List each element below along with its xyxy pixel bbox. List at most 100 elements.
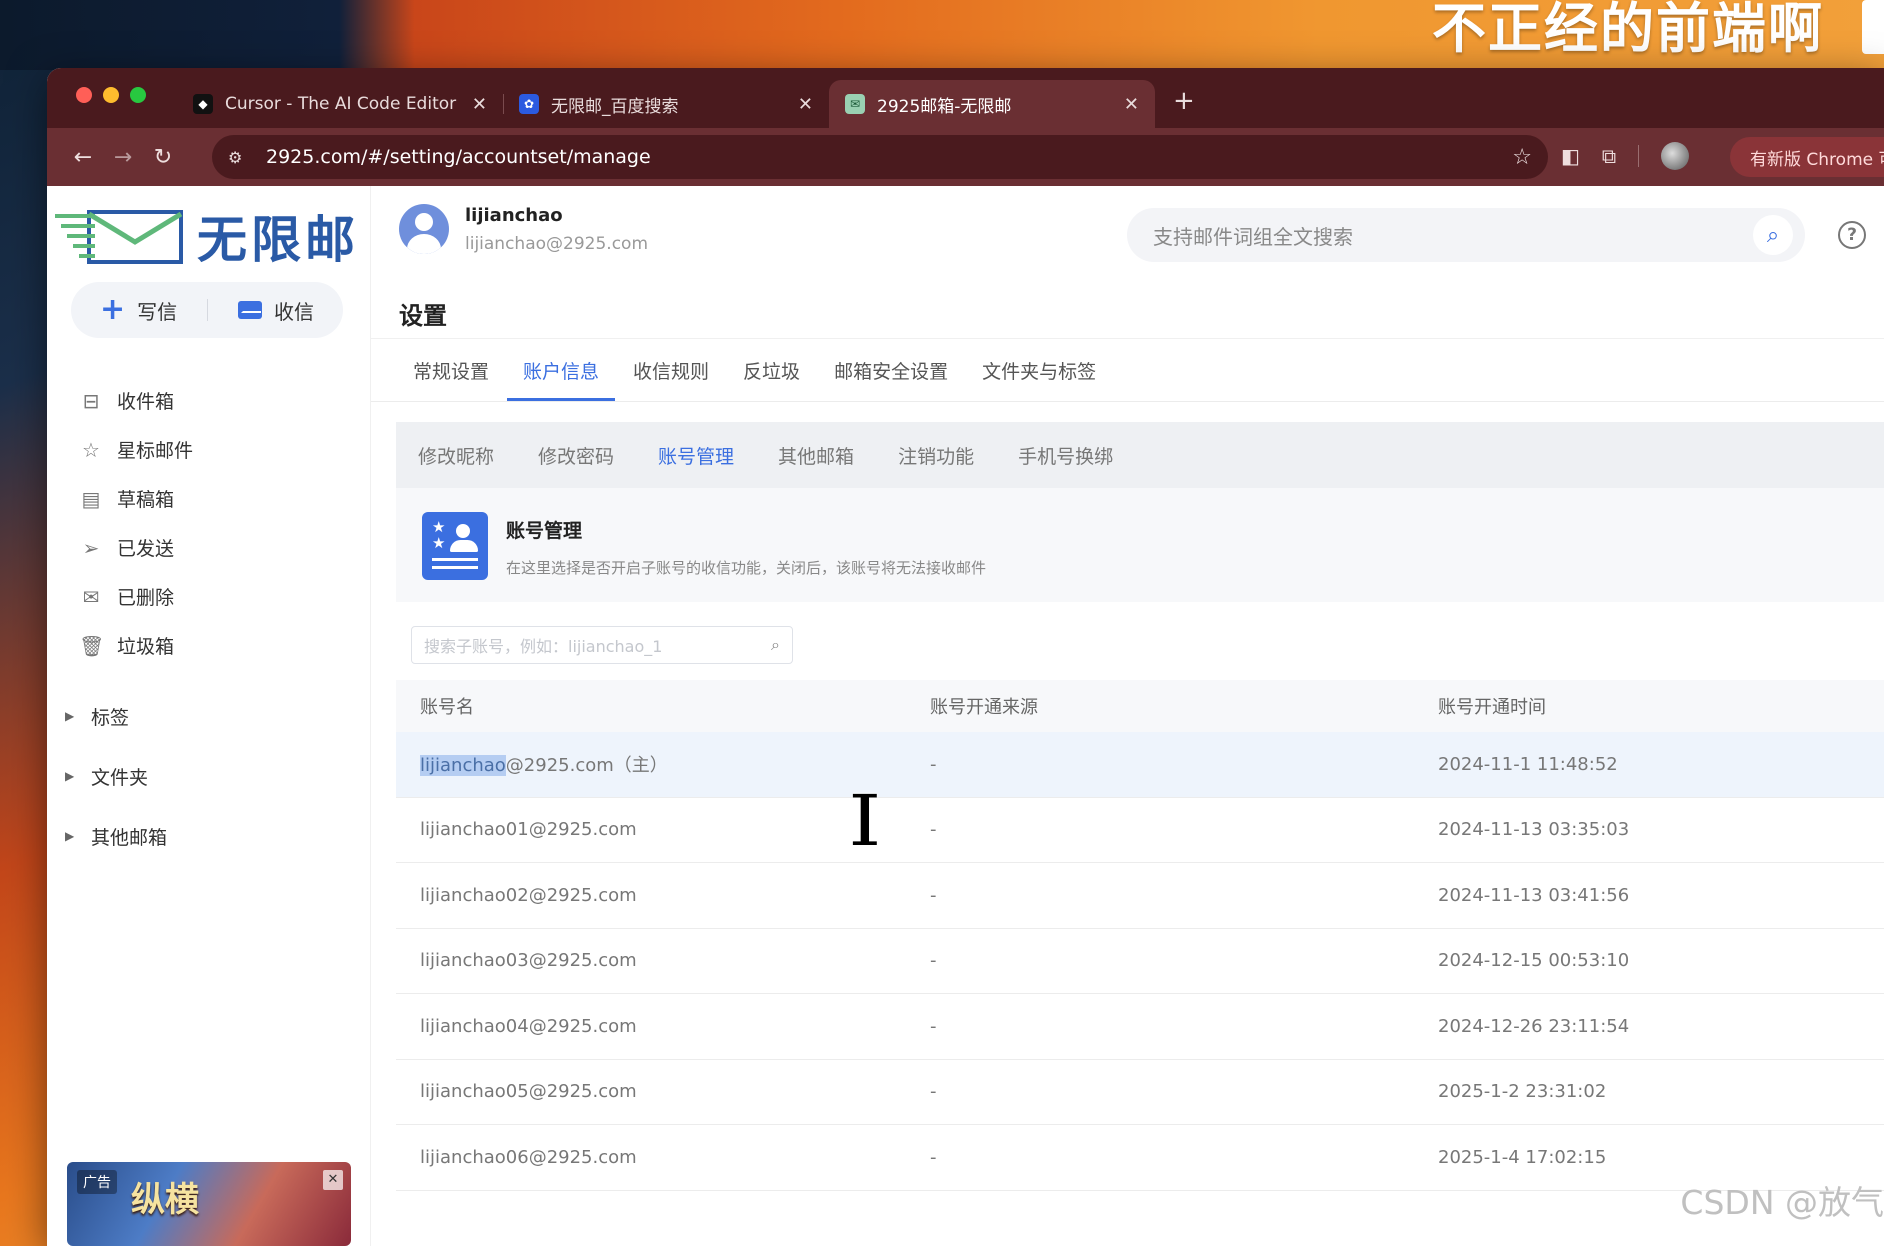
account-name-cell: lijianchao03@2925.com	[420, 950, 637, 972]
mail-search-input[interactable]: 支持邮件词组全文搜索 ⌕	[1127, 208, 1805, 262]
toolbar-divider	[1638, 145, 1640, 167]
account-name-cell: lijianchao02@2925.com	[420, 884, 637, 906]
receive-button[interactable]: 收信	[238, 296, 314, 325]
table-row[interactable]: lijianchao06@2925.com - 2025-1-4 17:02:1…	[396, 1125, 1884, 1191]
account-time-cell: 2024-11-1 11:48:52	[1438, 753, 1618, 775]
nav-item-trash[interactable]: 🗑 垃圾箱	[77, 621, 347, 670]
url-text[interactable]: 2925.com/#/setting/accountset/manage	[266, 146, 1512, 168]
user-name: lijianchao	[465, 204, 563, 226]
compose-divider	[207, 299, 209, 321]
nav-label: 星标邮件	[117, 440, 194, 462]
site-settings-icon[interactable]: ⚙	[228, 148, 252, 167]
table-row[interactable]: lijianchao01@2925.com - 2024-11-13 03:35…	[396, 798, 1884, 863]
group-label: 文件夹	[91, 766, 149, 789]
browser-window: ◆ Cursor - The AI Code Editor ✕ ✿ 无限邮_百度…	[47, 68, 1884, 1246]
table-row[interactable]: lijianchao04@2925.com - 2024-12-26 23:11…	[396, 994, 1884, 1060]
deleted-icon: ✉	[82, 584, 100, 609]
extensions-puzzle-icon[interactable]: ⧉	[1602, 144, 1616, 168]
subtab-deactivate[interactable]: 注销功能	[898, 442, 974, 469]
receive-label: 收信	[274, 299, 315, 324]
browser-tab-cursor[interactable]: ◆ Cursor - The AI Code Editor ✕	[177, 80, 503, 128]
minimize-window-button[interactable]	[103, 87, 119, 103]
main-content: lijianchao lijianchao@2925.com 支持邮件词组全文搜…	[371, 186, 1884, 1246]
account-time-cell: 2025-1-4 17:02:15	[1438, 1146, 1607, 1168]
table-row[interactable]: lijianchao02@2925.com - 2024-11-13 03:41…	[396, 863, 1884, 929]
group-other-mailboxes[interactable]: ▶ 其他邮箱	[65, 806, 345, 866]
forward-icon[interactable]: →	[103, 145, 143, 170]
watermark: CSDN @放气	[1680, 1183, 1884, 1222]
group-tags[interactable]: ▶ 标签	[65, 686, 345, 746]
folder-nav: ⊟ 收件箱 ☆ 星标邮件 ▤ 草稿箱 ➢ 已发送 ✉ 已删除 🗑 垃圾箱	[77, 376, 347, 670]
search-icon[interactable]: ⌕	[771, 635, 780, 655]
selected-text: lijianchao	[420, 755, 506, 777]
tab-general[interactable]: 常规设置	[411, 339, 491, 401]
ad-title: 纵横	[131, 1180, 199, 1220]
group-label: 其他邮箱	[91, 826, 168, 849]
tab-strip: ◆ Cursor - The AI Code Editor ✕ ✿ 无限邮_百度…	[47, 68, 1884, 128]
browser-tab-2925[interactable]: ✉ 2925邮箱-无限邮 ✕	[829, 80, 1155, 128]
logo[interactable]: 无限邮	[55, 200, 359, 272]
send-icon: ➢	[82, 535, 100, 560]
table-header: 账号名 账号开通来源 账号开通时间	[396, 680, 1884, 732]
maximize-window-button[interactable]	[130, 87, 146, 103]
profile-avatar-icon[interactable]	[1661, 142, 1690, 170]
account-source-cell: -	[930, 1081, 937, 1103]
subtab-account-manage[interactable]: 账号管理	[658, 442, 734, 469]
nav-item-deleted[interactable]: ✉ 已删除	[77, 572, 347, 621]
wallpaper-glyph	[1862, 0, 1884, 54]
compose-button[interactable]: + 写信	[100, 295, 177, 325]
tab-title: 2925邮箱-无限邮	[877, 96, 1012, 117]
ad-banner[interactable]: 广告 纵横 ✕	[67, 1162, 351, 1246]
tab-security[interactable]: 邮箱安全设置	[832, 339, 950, 401]
column-header: 账号开通时间	[1438, 697, 1546, 718]
tab-close-icon[interactable]: ✕	[472, 94, 487, 115]
nav-item-starred[interactable]: ☆ 星标邮件	[77, 425, 347, 474]
window-controls	[76, 87, 146, 103]
new-tab-icon[interactable]: +	[1173, 86, 1195, 128]
table-row[interactable]: lijianchao@2925.com（主） - 2024-11-1 11:48…	[396, 732, 1884, 798]
browser-tab-baidu[interactable]: ✿ 无限邮_百度搜索 ✕	[503, 80, 829, 128]
close-window-button[interactable]	[76, 87, 92, 103]
tab-close-icon[interactable]: ✕	[1124, 94, 1139, 115]
user-info[interactable]: lijianchao lijianchao@2925.com	[399, 204, 648, 254]
group-label: 标签	[91, 706, 130, 729]
tab-folders-tags[interactable]: 文件夹与标签	[980, 339, 1098, 401]
nav-item-sent[interactable]: ➢ 已发送	[77, 523, 347, 572]
help-icon[interactable]: ?	[1838, 221, 1866, 249]
subtab-nickname[interactable]: 修改昵称	[418, 442, 494, 469]
column-header: 账号名	[420, 697, 474, 718]
ad-close-icon[interactable]: ✕	[323, 1170, 343, 1190]
caret-right-icon: ▶	[65, 709, 75, 723]
subtab-password[interactable]: 修改密码	[538, 442, 614, 469]
sub-account-table: 账号名 账号开通来源 账号开通时间 lijianchao@2925.com（主）…	[396, 680, 1884, 1191]
subtab-phone-rebind[interactable]: 手机号换绑	[1018, 442, 1113, 469]
nav-item-inbox[interactable]: ⊟ 收件箱	[77, 376, 347, 425]
subtab-other-mailbox[interactable]: 其他邮箱	[778, 442, 854, 469]
nav-label: 收件箱	[117, 391, 175, 413]
table-row[interactable]: lijianchao05@2925.com - 2025-1-2 23:31:0…	[396, 1060, 1884, 1125]
search-icon[interactable]: ⌕	[1753, 215, 1793, 255]
account-time-cell: 2024-12-26 23:11:54	[1438, 1015, 1630, 1037]
bookmark-star-icon[interactable]: ☆	[1512, 145, 1532, 170]
reload-icon[interactable]: ↻	[143, 145, 183, 170]
account-source-cell: -	[930, 1146, 937, 1168]
tab-account-info[interactable]: 账户信息	[507, 339, 616, 401]
tab-title: Cursor - The AI Code Editor	[225, 94, 457, 114]
cursor-extension-icon[interactable]: ◧	[1561, 144, 1580, 168]
account-source-cell: -	[930, 819, 937, 841]
tab-receive-rules[interactable]: 收信规则	[631, 339, 711, 401]
account-source-cell: -	[930, 753, 937, 775]
group-folders[interactable]: ▶ 文件夹	[65, 746, 345, 806]
inbox-icon: ⊟	[82, 388, 100, 413]
nav-item-drafts[interactable]: ▤ 草稿箱	[77, 474, 347, 523]
back-icon[interactable]: ←	[63, 145, 103, 170]
tab-close-icon[interactable]: ✕	[798, 94, 813, 115]
section-title: 账号管理	[506, 520, 583, 542]
chrome-update-button[interactable]: 有新版 Chrome 可	[1730, 137, 1884, 177]
tab-anti-spam[interactable]: 反垃圾	[741, 339, 802, 401]
address-bar[interactable]: ⚙ 2925.com/#/setting/accountset/manage ☆	[212, 135, 1548, 179]
sub-account-search-input[interactable]: 搜索子账号，例如：lijianchao_1 ⌕	[411, 626, 793, 664]
column-header: 账号开通来源	[930, 697, 1038, 718]
table-row[interactable]: lijianchao03@2925.com - 2024-12-15 00:53…	[396, 929, 1884, 994]
star-icon: ☆	[82, 437, 100, 462]
